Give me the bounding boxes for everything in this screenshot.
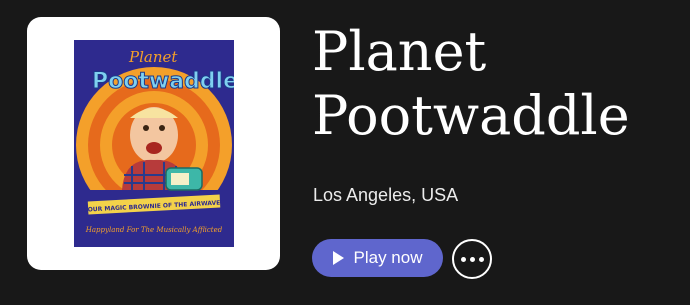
logo-main: Pootwaddle	[92, 69, 234, 94]
artist-location: Los Angeles, USA	[313, 185, 459, 205]
logo-top: Planet	[128, 48, 178, 66]
more-options-button[interactable]	[452, 239, 492, 279]
more-horizontal-icon	[469, 256, 475, 262]
play-icon	[332, 251, 344, 265]
artwork-tagline: Happyland For The Musically Afflicted	[85, 226, 223, 234]
more-horizontal-icon	[478, 256, 484, 262]
artist-name: Planet Pootwaddle	[312, 20, 630, 147]
play-now-button[interactable]: Play now	[312, 239, 443, 277]
more-horizontal-icon	[460, 256, 466, 262]
play-now-label: Play now	[353, 248, 423, 267]
artist-artwork: Planet Pootwaddle YOUR MAGIC BROWNIE OF …	[74, 40, 234, 247]
